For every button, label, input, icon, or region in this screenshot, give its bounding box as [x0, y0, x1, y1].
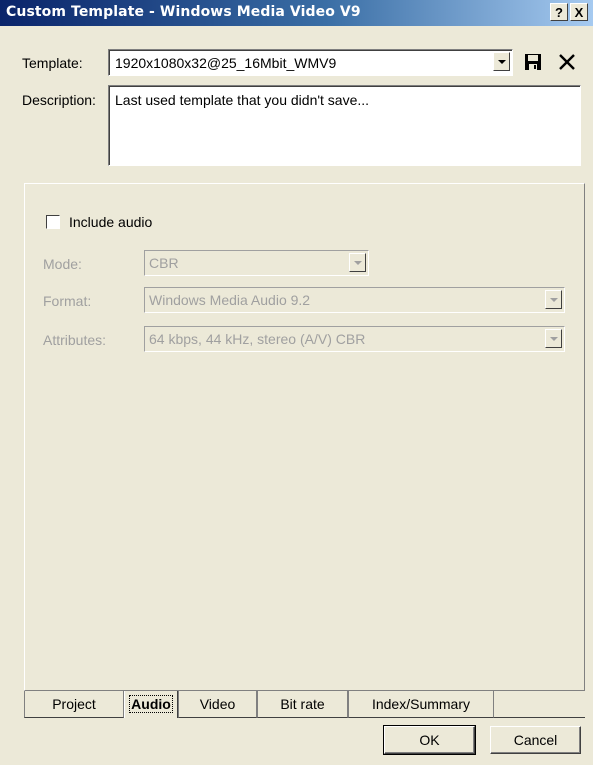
chevron-down-icon [550, 337, 558, 341]
tab-video[interactable]: Video [178, 691, 257, 718]
template-dropdown-button[interactable] [493, 52, 510, 71]
ok-button[interactable]: OK [383, 725, 476, 755]
window-title: Custom Template - Windows Media Video V9 [6, 4, 361, 20]
description-value: Last used template that you didn't save.… [115, 92, 370, 108]
format-value: Windows Media Audio 9.2 [149, 292, 311, 308]
tab-audio[interactable]: Audio [124, 691, 178, 718]
tab-bit-rate[interactable]: Bit rate [257, 691, 348, 718]
chevron-down-icon [498, 60, 506, 64]
attributes-dropdown-button[interactable] [545, 329, 562, 348]
tab-strip: Project Audio Video Bit rate Index/Summa… [24, 691, 585, 719]
mode-select[interactable]: CBR [144, 250, 369, 276]
tab-index-summary-label: Index/Summary [371, 696, 471, 712]
delete-icon[interactable] [557, 52, 577, 72]
template-combobox[interactable]: 1920x1080x32@25_16Mbit_WMV9 [108, 49, 513, 76]
attributes-value: 64 kbps, 44 kHz, stereo (A/V) CBR [149, 331, 366, 347]
tab-audio-label: Audio [129, 695, 173, 713]
format-label: Format: [43, 293, 92, 309]
template-label: Template: [22, 55, 83, 71]
mode-value: CBR [149, 255, 179, 271]
attributes-select[interactable]: 64 kbps, 44 kHz, stereo (A/V) CBR [144, 326, 565, 352]
chevron-down-icon [354, 261, 362, 265]
description-label: Description: [22, 92, 96, 108]
attributes-label: Attributes: [43, 332, 107, 348]
help-button[interactable]: ? [550, 3, 568, 21]
mode-label: Mode: [43, 256, 82, 272]
close-button[interactable]: X [570, 3, 588, 21]
custom-template-dialog: Custom Template - Windows Media Video V9… [0, 0, 593, 765]
include-audio-checkbox[interactable] [46, 215, 60, 229]
tab-index-summary[interactable]: Index/Summary [348, 691, 494, 718]
audio-tab-panel: Include audio Mode: CBR Format: Windows … [24, 183, 585, 691]
tab-project[interactable]: Project [24, 691, 124, 718]
tab-video-label: Video [199, 696, 236, 712]
save-icon[interactable] [524, 53, 542, 71]
chevron-down-icon [550, 298, 558, 302]
format-dropdown-button[interactable] [545, 290, 562, 309]
template-value: 1920x1080x32@25_16Mbit_WMV9 [115, 55, 337, 71]
title-bar[interactable]: Custom Template - Windows Media Video V9… [0, 0, 593, 26]
tab-strip-filler [494, 691, 585, 718]
description-textarea[interactable]: Last used template that you didn't save.… [108, 85, 581, 166]
tab-project-label: Project [52, 696, 96, 712]
include-audio-label[interactable]: Include audio [69, 214, 152, 230]
tab-bit-rate-label: Bit rate [280, 696, 325, 712]
mode-dropdown-button[interactable] [349, 253, 366, 272]
format-select[interactable]: Windows Media Audio 9.2 [144, 287, 565, 313]
cancel-button[interactable]: Cancel [490, 726, 581, 754]
